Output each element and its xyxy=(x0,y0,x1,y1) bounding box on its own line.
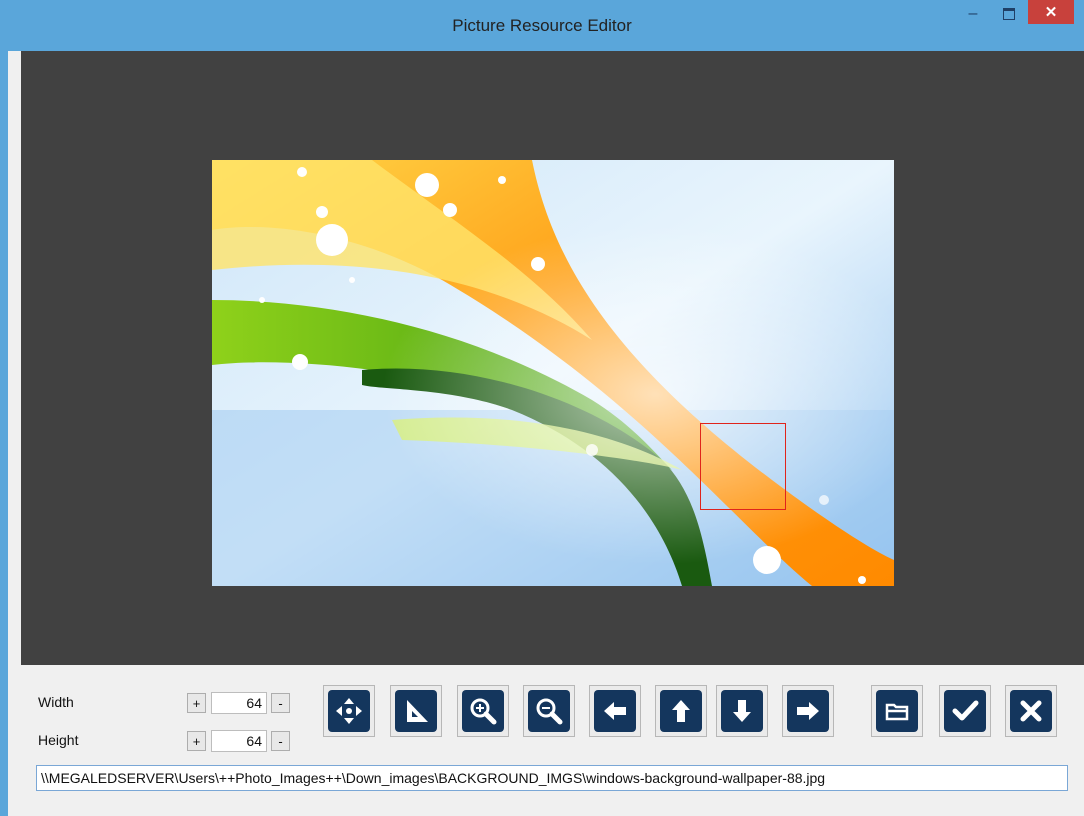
cancel-button[interactable] xyxy=(1005,685,1057,737)
arrow-up-icon xyxy=(672,700,690,722)
width-field[interactable]: 64 xyxy=(211,692,267,714)
zoom-in-button[interactable] xyxy=(457,685,509,737)
zoom-out-button[interactable] xyxy=(523,685,575,737)
width-increase-button[interactable]: + xyxy=(187,693,206,713)
move-up-button[interactable] xyxy=(655,685,707,737)
maximize-icon xyxy=(1003,8,1015,20)
close-window-button[interactable]: ✕ xyxy=(1028,0,1074,24)
height-label: Height xyxy=(38,732,79,748)
check-icon xyxy=(952,700,979,721)
editor-controls-panel: Width + 64 - Height + 64 - \\MEGALEDSERV… xyxy=(21,665,1084,816)
accept-button[interactable] xyxy=(939,685,991,737)
move-button[interactable] xyxy=(323,685,375,737)
open-folder-icon xyxy=(885,703,909,721)
move-down-button[interactable] xyxy=(716,685,768,737)
height-decrease-button[interactable]: - xyxy=(271,731,290,751)
crop-selection-box[interactable] xyxy=(700,423,786,510)
width-label: Width xyxy=(38,694,74,710)
maximize-button[interactable] xyxy=(994,0,1024,28)
arrow-left-icon xyxy=(604,702,626,720)
height-field[interactable]: 64 xyxy=(211,730,267,752)
resize-button[interactable] xyxy=(390,685,442,737)
wallpaper-image xyxy=(212,160,894,586)
arrow-down-icon xyxy=(733,700,751,722)
title-bar[interactable]: Picture Resource Editor – ✕ xyxy=(0,0,1084,51)
arrow-right-icon xyxy=(797,702,819,720)
picture-preview[interactable] xyxy=(212,160,894,586)
zoom-in-icon xyxy=(470,698,497,725)
width-decrease-button[interactable]: - xyxy=(271,693,290,713)
move-icon xyxy=(336,698,362,724)
minimize-button[interactable]: – xyxy=(958,0,988,28)
picture-resource-editor-window: Picture Resource Editor – ✕ Width + 64 -… xyxy=(0,0,1084,816)
file-path-field[interactable]: \\MEGALEDSERVER\Users\++Photo_Images++\D… xyxy=(36,765,1068,791)
minimize-icon: – xyxy=(968,5,978,22)
move-right-button[interactable] xyxy=(782,685,834,737)
close-window-icon: ✕ xyxy=(1044,4,1058,21)
window-title: Picture Resource Editor xyxy=(452,16,632,35)
open-file-button[interactable] xyxy=(871,685,923,737)
move-left-button[interactable] xyxy=(589,685,641,737)
window-border xyxy=(0,0,8,816)
picture-canvas[interactable] xyxy=(21,51,1084,665)
height-increase-button[interactable]: + xyxy=(187,731,206,751)
close-icon xyxy=(1020,700,1042,722)
set-square-icon xyxy=(407,700,428,722)
zoom-out-icon xyxy=(536,698,563,725)
